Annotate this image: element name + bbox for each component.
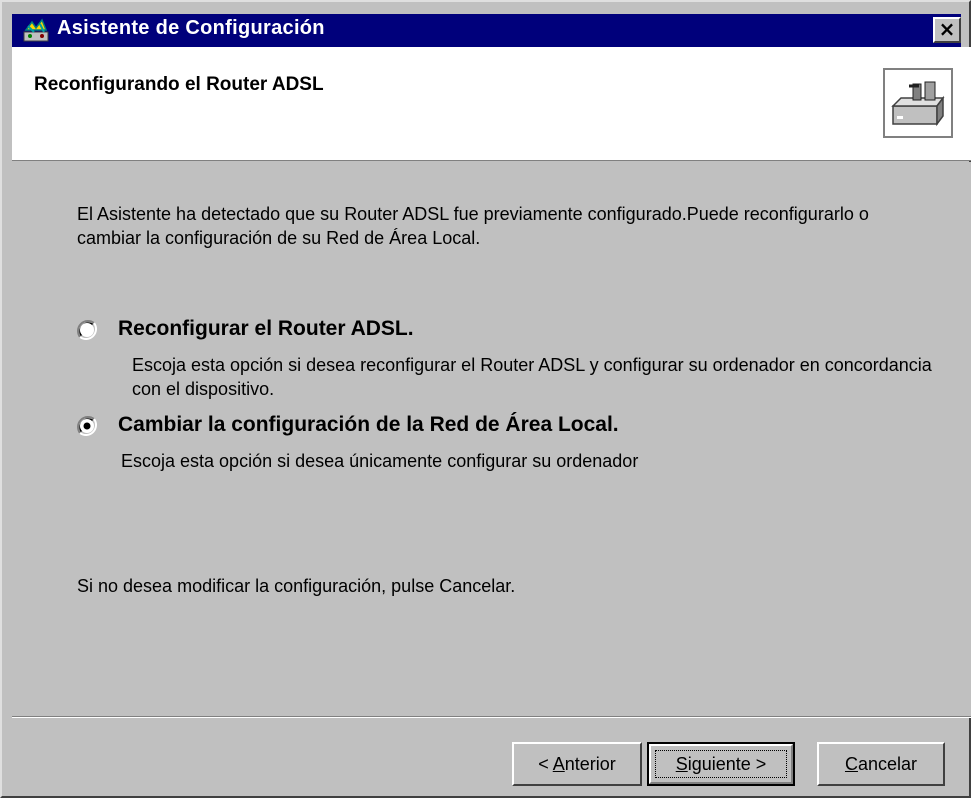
wizard-window: Asistente de Configuración × Reconfigura… [0,0,971,798]
radio-reconfigure-router[interactable] [76,319,98,341]
page-title: Reconfigurando el Router ADSL [34,74,324,95]
cancel-hint-text: Si no desea modificar la configuración, … [77,576,516,596]
wizard-header: Reconfigurando el Router ADSL [12,47,971,161]
next-button[interactable]: Siguiente > [647,742,795,786]
radio-selected-dot [83,422,91,430]
back-button-label: < Anterior [538,753,616,774]
window-title: Asistente de Configuración [57,17,325,39]
wizard-app-icon [23,18,49,42]
cancel-button[interactable]: Cancelar [817,742,945,786]
radio-change-lan[interactable] [76,415,98,437]
separator [12,716,971,718]
close-button[interactable]: × [933,17,961,43]
cancel-button-label: Cancelar [844,753,918,774]
title-bar[interactable]: Asistente de Configuración × [12,14,961,47]
router-device-icon [883,68,953,138]
close-icon: × [938,17,956,41]
option-label[interactable]: Reconfigurar el Router ADSL. [118,317,414,341]
wizard-body: El Asistente ha detectado que su Router … [12,162,971,718]
intro-text: El Asistente ha detectado que su Router … [77,204,869,248]
next-button-label: Siguiente > [675,753,767,774]
back-button[interactable]: < Anterior [512,742,642,786]
option-label[interactable]: Cambiar la configuración de la Red de Ár… [118,413,619,437]
option-description: Escoja esta opción si desea únicamente c… [121,451,639,471]
option-description: Escoja esta opción si desea reconfigurar… [132,355,932,399]
